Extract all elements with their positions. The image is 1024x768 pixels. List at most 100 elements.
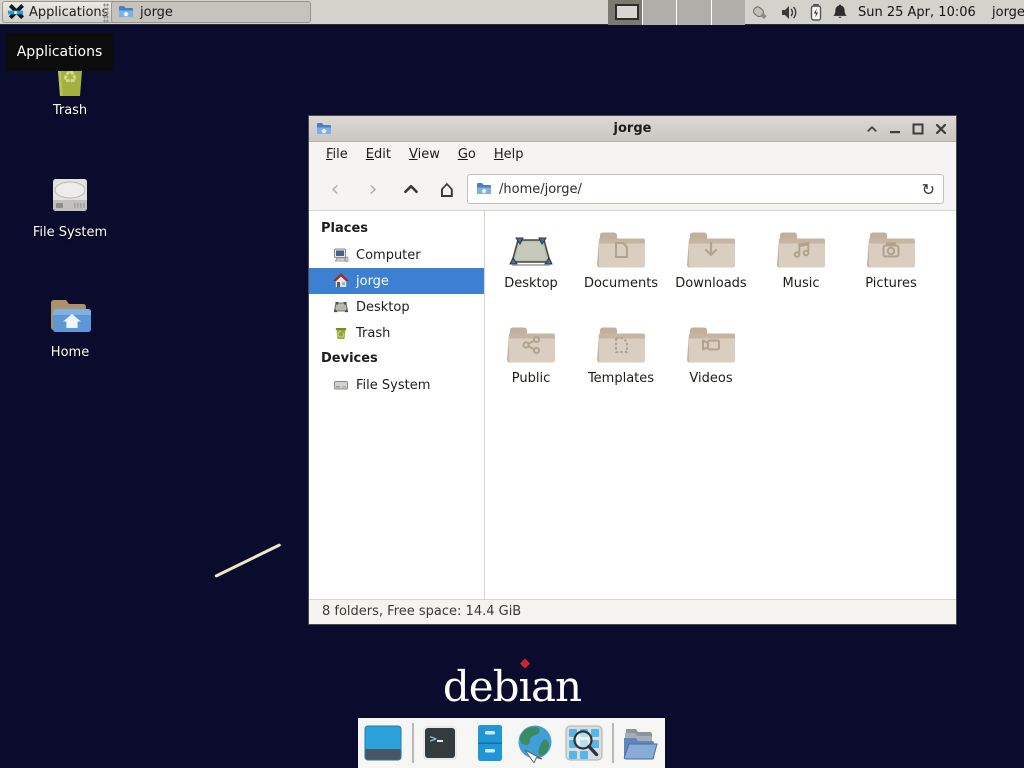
sidebar-item-trash[interactable]: Trash [309, 320, 484, 346]
notification-bell-icon[interactable] [830, 3, 850, 22]
sidebar-places-header: Places [309, 216, 484, 242]
peripheral-device-icon[interactable] [750, 3, 770, 22]
folder-pictures-icon [867, 226, 915, 271]
desktop-artifact-line [214, 543, 281, 578]
dock-separator [412, 723, 414, 763]
back-button[interactable]: ‹ [319, 174, 351, 204]
terminal-icon[interactable] [420, 723, 460, 763]
folder-videos-icon [687, 321, 735, 366]
panel-handle[interactable] [103, 3, 109, 22]
menubar: File Edit View Go Help [309, 142, 956, 168]
desktop-icon-label: File System [33, 225, 107, 240]
file-item-downloads[interactable]: Downloads [666, 218, 756, 313]
bottom-dock [358, 718, 665, 768]
menu-file[interactable]: File [317, 142, 357, 168]
desktop-pad-icon [507, 231, 555, 271]
maximize-button[interactable] [906, 116, 929, 142]
workspace-4[interactable] [712, 0, 746, 25]
titlebar[interactable]: jorge [309, 116, 956, 142]
panel-username[interactable]: jorge [992, 0, 1024, 25]
desktop-icon-file-system[interactable]: File System [22, 172, 118, 240]
file-item-public[interactable]: Public [486, 313, 576, 408]
folder-music-icon [777, 226, 825, 271]
menu-edit[interactable]: Edit [357, 142, 400, 168]
applications-menu-label: Applications [29, 5, 108, 20]
file-item-videos[interactable]: Videos [666, 313, 756, 408]
user-home-icon [333, 273, 349, 289]
home-folder-icon [46, 292, 94, 340]
taskbar-window-button[interactable]: jorge [111, 1, 311, 23]
forward-button[interactable]: › [357, 174, 389, 204]
toolbar: ‹ › ⌂ /home/jorge/ ↻ [309, 168, 956, 211]
path-bar[interactable]: /home/jorge/ ↻ [467, 174, 944, 204]
workspace-1[interactable] [608, 0, 643, 25]
volume-icon[interactable] [779, 3, 799, 22]
reload-icon[interactable]: ↻ [922, 180, 935, 199]
sidebar-item-jorge[interactable]: jorge [309, 268, 484, 294]
path-input[interactable]: /home/jorge/ [499, 182, 915, 197]
workspace-window-thumb [615, 4, 639, 20]
minimize-button[interactable] [883, 116, 906, 142]
menu-go[interactable]: Go [449, 142, 485, 168]
path-folder-icon [476, 181, 492, 197]
sidebar-item-computer[interactable]: Computer [309, 242, 484, 268]
shade-button[interactable] [860, 116, 883, 142]
trash-icon [333, 325, 349, 341]
up-button[interactable] [395, 174, 427, 204]
close-button[interactable] [929, 116, 952, 142]
desktop-icon-label: Trash [53, 103, 87, 118]
debian-logo-pre: deb [443, 662, 519, 711]
desktop-icon-home[interactable]: Home [22, 292, 118, 360]
xfce-logo-icon [7, 4, 24, 21]
status-text: 8 folders, Free space: 14.4 GiB [322, 604, 521, 619]
file-cabinet-icon[interactable] [470, 723, 510, 763]
desktop-icon-label: Home [51, 345, 89, 360]
panel-clock[interactable]: Sun 25 Apr, 10:06 [858, 0, 976, 25]
sidebar-item-file-system[interactable]: File System [309, 372, 484, 398]
hard-drive-icon [46, 172, 94, 220]
app-finder-icon[interactable] [564, 723, 604, 763]
files-view[interactable]: Desktop Documents Downloads Music [485, 211, 956, 599]
workspace-switcher[interactable] [608, 0, 745, 25]
web-browser-icon[interactable] [514, 723, 554, 763]
sidebar: Places Computer jorge Desktop Trash Devi… [309, 211, 485, 599]
window-title: jorge [309, 116, 956, 142]
applications-menu-button[interactable]: Applications [2, 1, 117, 23]
user-home-folder-icon [118, 4, 134, 20]
home-button[interactable]: ⌂ [431, 174, 463, 204]
menu-help[interactable]: Help [485, 142, 533, 168]
computer-icon [333, 247, 349, 263]
folder-templates-icon [597, 321, 645, 366]
file-item-documents[interactable]: Documents [576, 218, 666, 313]
file-item-desktop[interactable]: Desktop [486, 218, 576, 313]
debian-wallpaper-logo: debıan [0, 662, 1024, 711]
file-item-templates[interactable]: Templates [576, 313, 666, 408]
applications-tooltip-text: Applications [17, 44, 103, 60]
sidebar-devices-header: Devices [309, 346, 484, 372]
home-icon: ⌂ [439, 175, 454, 203]
menu-view[interactable]: View [400, 142, 449, 168]
battery-charging-icon[interactable] [806, 3, 826, 22]
forward-icon: › [369, 177, 378, 202]
desktop-icon [333, 299, 349, 315]
file-manager-folder-icon[interactable] [620, 723, 660, 763]
up-icon [402, 180, 420, 198]
file-item-pictures[interactable]: Pictures [846, 218, 936, 313]
workspace-3[interactable] [677, 0, 712, 25]
debian-logo-i: ı [519, 662, 531, 711]
status-bar: 8 folders, Free space: 14.4 GiB [309, 599, 956, 624]
applications-tooltip: Applications [6, 33, 113, 71]
file-item-music[interactable]: Music [756, 218, 846, 313]
show-desktop-icon[interactable] [363, 723, 403, 763]
debian-logo-post: an [531, 662, 581, 711]
folder-downloads-icon [687, 226, 735, 271]
window-content: Places Computer jorge Desktop Trash Devi… [309, 211, 956, 599]
file-manager-window: jorge File Edit View Go Help ‹ › ⌂ /home… [308, 115, 957, 625]
folder-public-icon [507, 321, 555, 366]
folder-documents-icon [597, 226, 645, 271]
top-panel: Applications jorge Sun 25 Apr, 10:06 jor… [0, 0, 1024, 25]
sidebar-item-desktop[interactable]: Desktop [309, 294, 484, 320]
back-icon: ‹ [331, 177, 340, 202]
taskbar-window-label: jorge [140, 5, 173, 20]
workspace-2[interactable] [643, 0, 678, 25]
